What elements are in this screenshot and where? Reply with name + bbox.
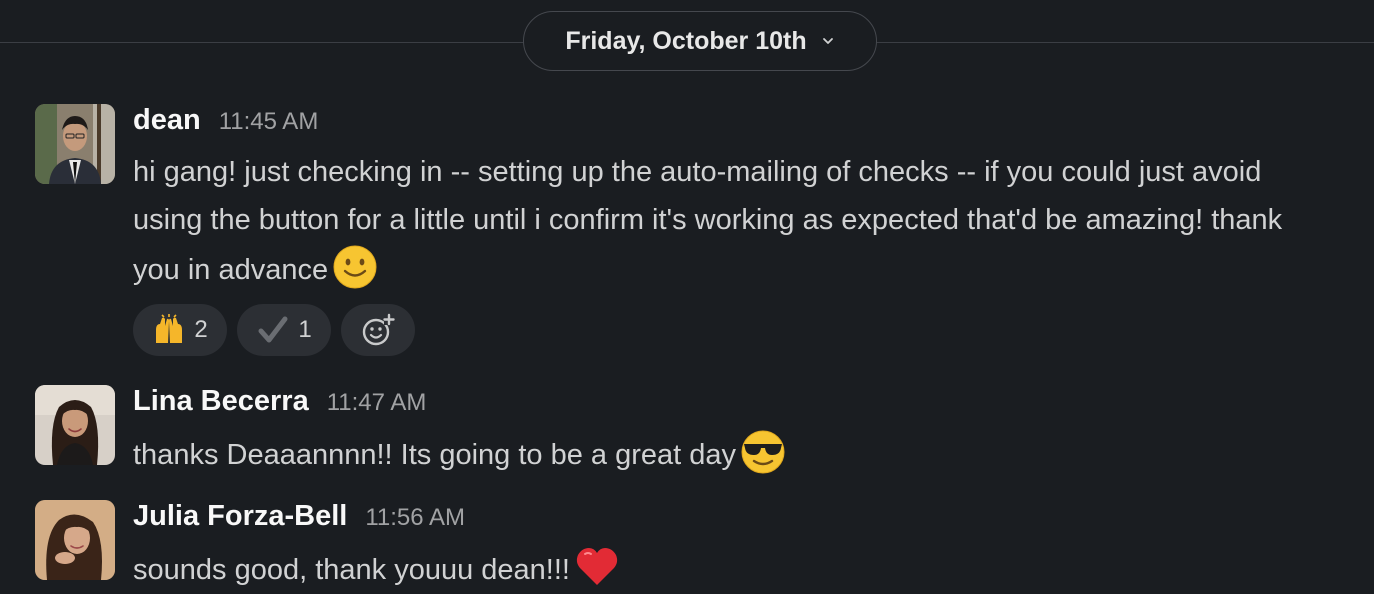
red-heart-icon — [576, 548, 618, 585]
chevron-down-icon — [822, 38, 833, 44]
message-text: thanks Deaaannnn!! Its going to be a gre… — [133, 429, 1334, 479]
message-text-content: sounds good, thank youuu dean!!! — [133, 554, 570, 586]
message-pane: Friday, October 10th dean 11:45 AM hi ga… — [0, 0, 1374, 594]
date-jump-button[interactable]: Friday, October 10th — [523, 11, 877, 71]
date-divider: Friday, October 10th — [0, 0, 1374, 80]
avatar-lina-image — [35, 385, 115, 465]
avatar-dean-image — [35, 104, 115, 184]
message-text: sounds good, thank youuu dean!!! — [133, 544, 1334, 594]
username[interactable]: Lina Becerra — [133, 385, 309, 418]
timestamp[interactable]: 11:47 AM — [327, 389, 427, 417]
message-header: dean 11:45 AM — [133, 104, 1334, 144]
add-reaction-icon — [362, 313, 395, 346]
message-text-content: hi gang! just checking in -- setting up … — [133, 156, 1283, 286]
username[interactable]: dean — [133, 104, 201, 137]
avatar-julia-image — [35, 500, 115, 580]
reaction-raised-hands[interactable]: 2 — [133, 304, 227, 356]
username[interactable]: Julia Forza-Bell — [133, 500, 347, 533]
reaction-check-mark[interactable]: 1 — [237, 304, 331, 356]
reaction-count: 1 — [298, 316, 312, 343]
reaction-count: 2 — [194, 316, 208, 343]
avatar[interactable] — [35, 500, 115, 580]
sunglasses-face-icon — [741, 430, 785, 474]
slightly-smiling-face-icon — [333, 245, 377, 289]
add-reaction-button[interactable] — [341, 304, 415, 356]
date-label: Friday, October 10th — [565, 26, 807, 55]
reactions-bar: 2 1 — [133, 304, 1334, 356]
message-header: Julia Forza-Bell 11:56 AM — [133, 500, 1334, 540]
message-text-content: thanks Deaaannnn!! Its going to be a gre… — [133, 439, 736, 471]
heavy-check-mark-icon — [258, 316, 288, 343]
message-text: hi gang! just checking in -- setting up … — [133, 148, 1334, 294]
message-header: Lina Becerra 11:47 AM — [133, 385, 1334, 425]
timestamp[interactable]: 11:56 AM — [365, 504, 465, 532]
avatar[interactable] — [35, 385, 115, 465]
timestamp[interactable]: 11:45 AM — [219, 108, 319, 136]
raised-hands-icon — [156, 314, 183, 343]
avatar[interactable] — [35, 104, 115, 184]
